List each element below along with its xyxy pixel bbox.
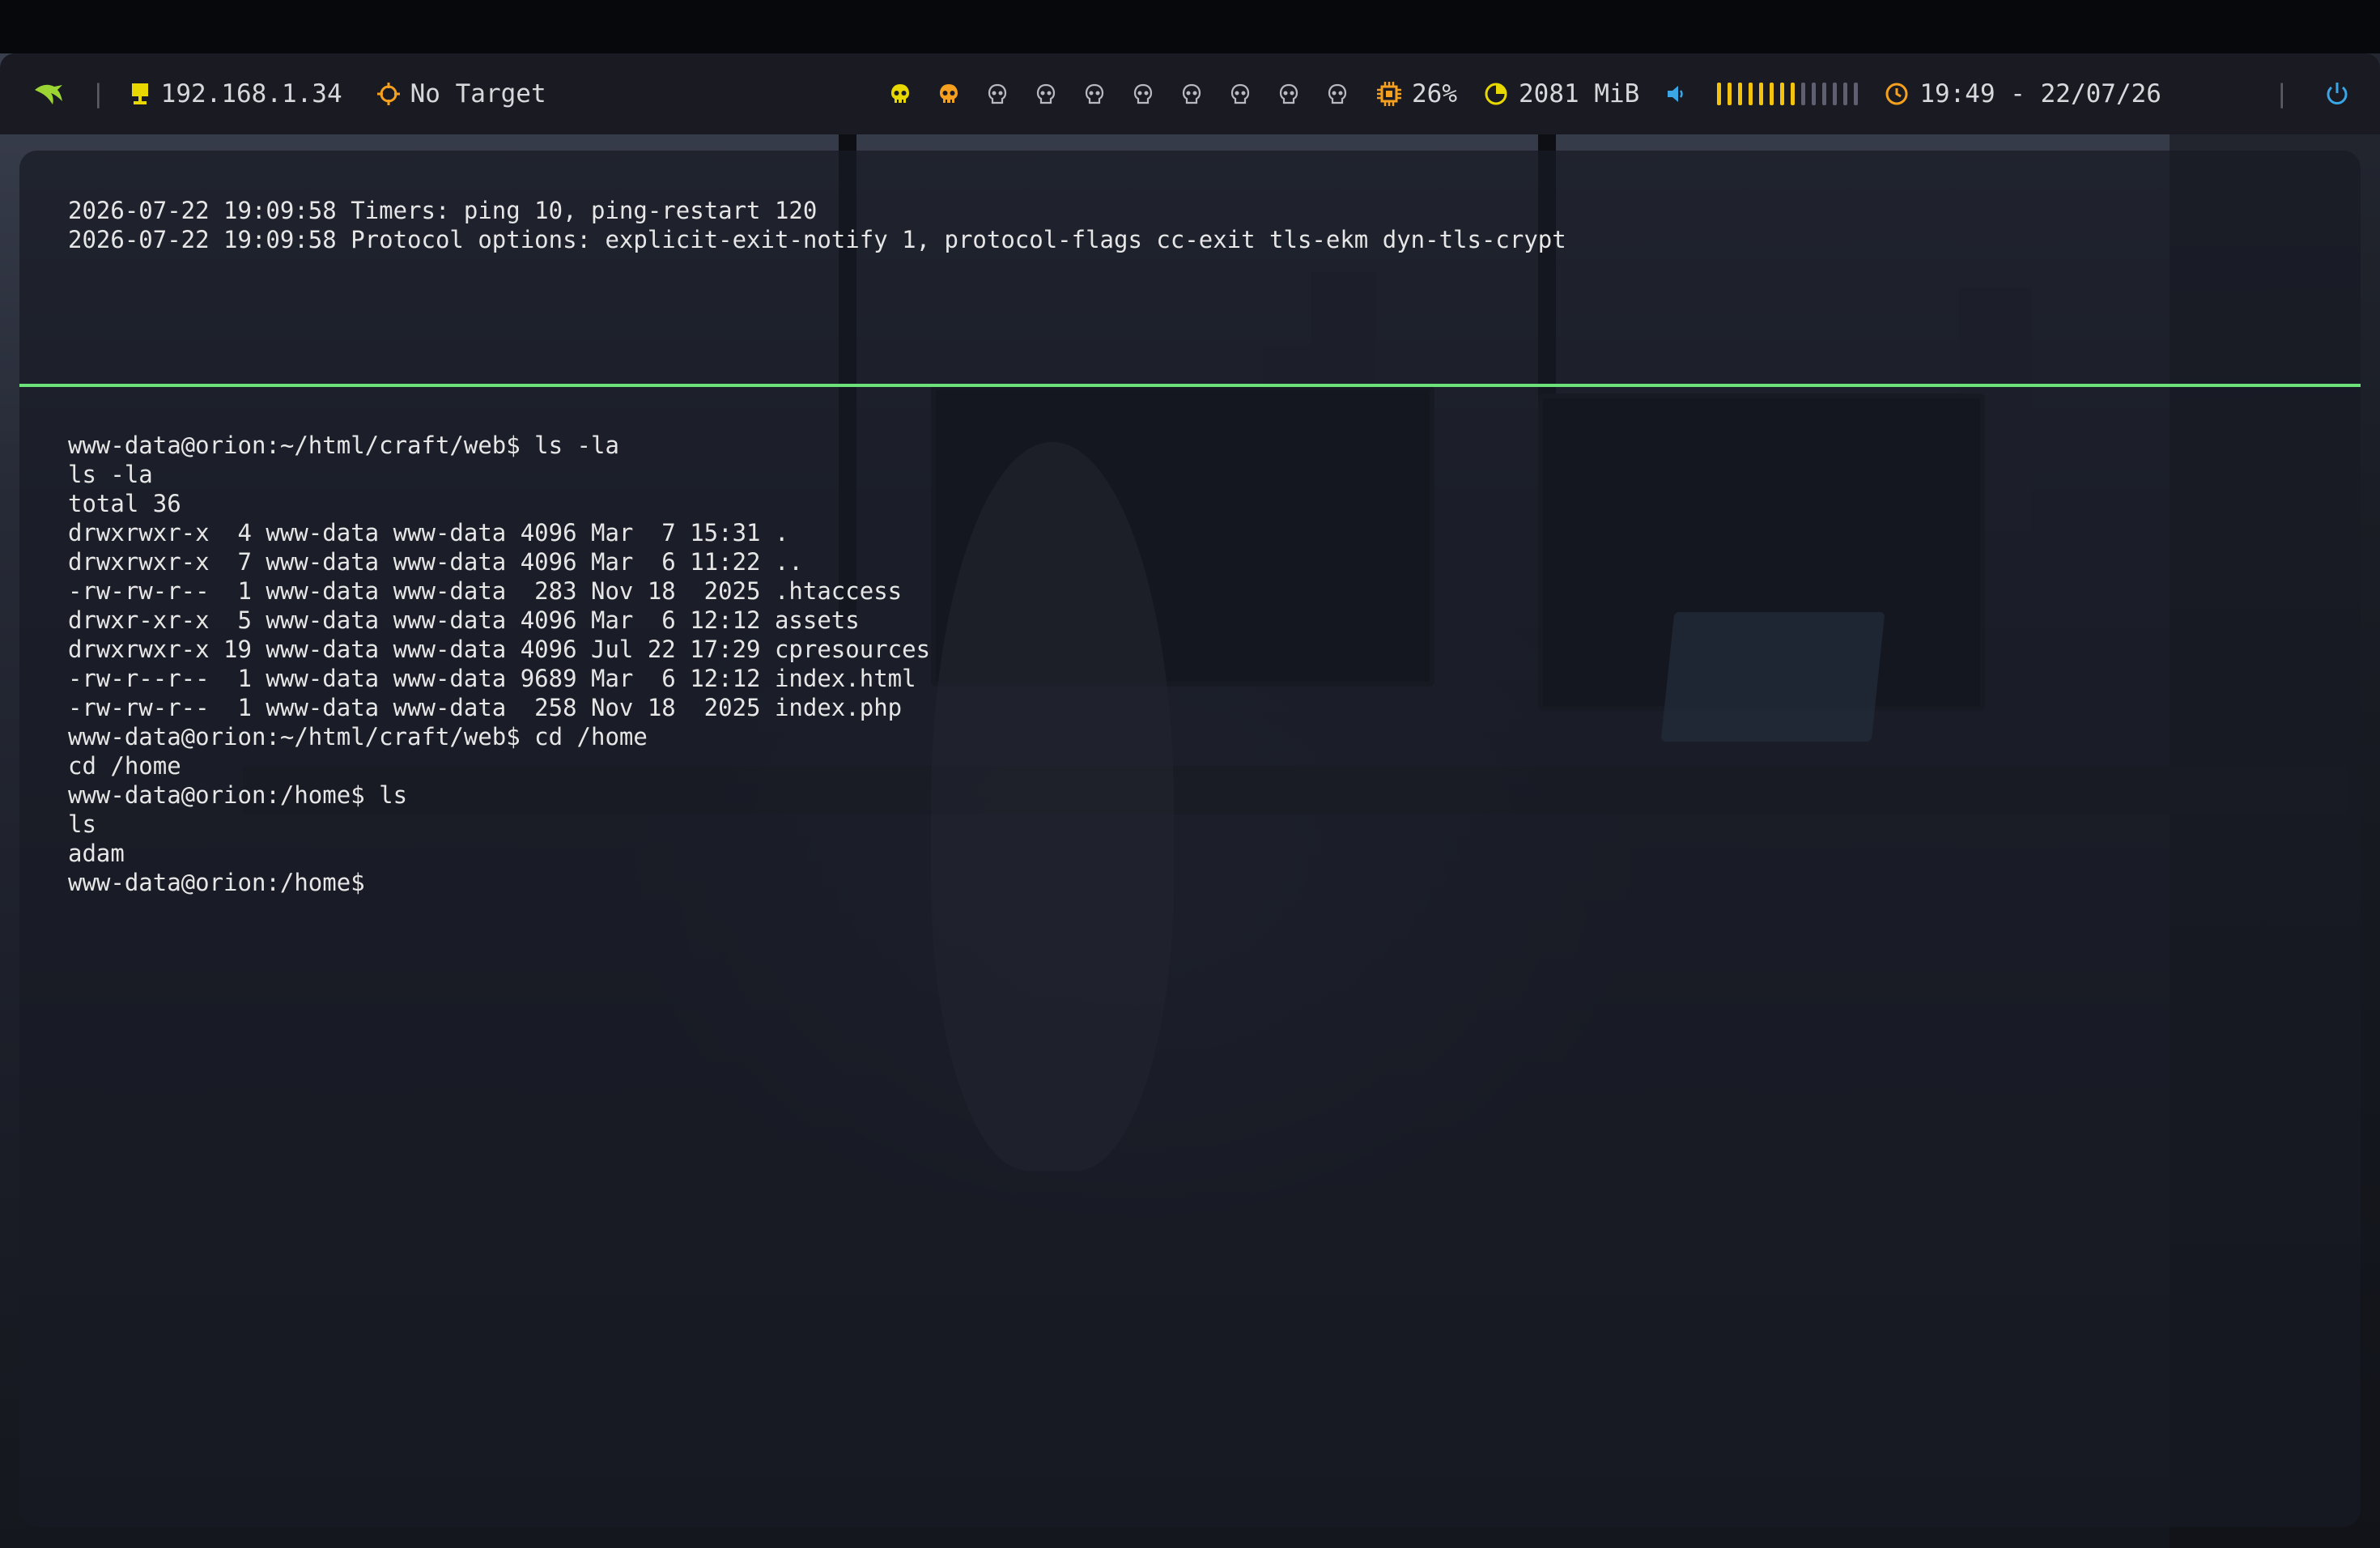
datetime: 19:49 - 22/07/26 <box>1919 79 2161 108</box>
workspace-10-skull-outline-icon[interactable] <box>1313 53 1362 134</box>
workspace-3-skull-outline-icon[interactable] <box>973 53 1022 134</box>
terminal-line: ls <box>68 810 96 838</box>
terminal-line: www-data@orion:~/html/craft/web$ cd /hom… <box>68 723 648 751</box>
workspace-5-skull-outline-icon[interactable] <box>1070 53 1119 134</box>
terminal-pane-bottom[interactable]: www-data@orion:~/html/craft/web$ ls -la l… <box>19 431 2361 897</box>
target-label: No Target <box>410 79 546 108</box>
workspace-6-skull-outline-icon[interactable] <box>1119 53 1167 134</box>
power-button[interactable] <box>2323 53 2351 134</box>
dragon-logo-icon[interactable] <box>32 78 65 110</box>
terminal-line: ls -la <box>68 461 153 488</box>
pane-divider[interactable] <box>19 384 2361 387</box>
desktop: | 192.168.1.34 No Target 26% 2081 MiB 19… <box>0 0 2380 1548</box>
terminal-line: drwxrwxr-x 4 www-data www-data 4096 Mar … <box>68 519 789 546</box>
volume-indicator[interactable] <box>1665 83 1859 105</box>
volume-bar-segment <box>1843 83 1848 105</box>
cpu-usage: 26% <box>1412 79 1457 108</box>
workspace-9-skull-outline-icon[interactable] <box>1264 53 1313 134</box>
clock-icon <box>1885 83 1908 105</box>
terminal-line: cd /home <box>68 752 181 780</box>
volume-bar-segment <box>1822 83 1827 105</box>
speaker-icon <box>1668 86 1684 102</box>
workspace-switcher <box>876 53 1362 134</box>
crosshair-icon <box>376 83 400 105</box>
cpu-indicator: 26% <box>1376 79 1457 108</box>
terminal-line: adam <box>68 840 125 867</box>
volume-bar-segment <box>1738 83 1743 105</box>
workspace-1-skull-icon[interactable] <box>876 53 924 134</box>
ip-indicator: 192.168.1.34 <box>130 79 342 108</box>
terminal-line: -rw-rw-r-- 1 www-data www-data 283 Nov 1… <box>68 577 903 605</box>
memory-usage: 2081 MiB <box>1519 79 1640 108</box>
volume-bar-segment <box>1728 83 1732 105</box>
terminal-line: drwxr-xr-x 5 www-data www-data 4096 Mar … <box>68 606 860 634</box>
volume-bar-segment <box>1833 83 1838 105</box>
volume-level-bars[interactable] <box>1717 83 1859 105</box>
target-indicator: No Target <box>376 79 546 108</box>
terminal-line: drwxrwxr-x 7 www-data www-data 4096 Mar … <box>68 548 803 576</box>
volume-bar-segment <box>1812 83 1817 105</box>
volume-bar-segment <box>1801 83 1806 105</box>
separator: | <box>91 79 106 108</box>
separator: | <box>2274 79 2289 108</box>
workspace-8-skull-outline-icon[interactable] <box>1216 53 1264 134</box>
volume-bar-segment <box>1854 83 1859 105</box>
volume-bar-segment <box>1749 83 1753 105</box>
monitor-ethernet-icon <box>131 83 148 104</box>
terminal-line: www-data@orion:/home$ <box>68 869 365 896</box>
terminal-line: www-data@orion:~/html/craft/web$ ls -la <box>68 432 619 459</box>
status-bar: | 192.168.1.34 No Target 26% 2081 MiB 19… <box>0 53 2380 134</box>
terminal-line: total 36 <box>68 490 181 517</box>
volume-bar-segment <box>1717 83 1722 105</box>
power-icon <box>2327 83 2348 104</box>
terminal-window[interactable]: 2026-07-22 19:09:58 Timers: ping 10, pin… <box>19 151 2361 1527</box>
terminal-line: -rw-r--r-- 1 www-data www-data 9689 Mar … <box>68 665 916 692</box>
terminal-line: 2026-07-22 19:09:58 Timers: ping 10, pin… <box>68 197 818 224</box>
terminal-line: drwxrwxr-x 19 www-data www-data 4096 Jul… <box>68 636 931 663</box>
volume-bar-segment <box>1791 83 1796 105</box>
volume-bar-segment <box>1770 83 1774 105</box>
terminal-line: -rw-rw-r-- 1 www-data www-data 258 Nov 1… <box>68 694 903 721</box>
workspace-2-skull-icon[interactable] <box>924 53 973 134</box>
workspace-4-skull-outline-icon[interactable] <box>1022 53 1070 134</box>
terminal-pane-top[interactable]: 2026-07-22 19:09:58 Timers: ping 10, pin… <box>19 196 2361 254</box>
terminal-line: 2026-07-22 19:09:58 Protocol options: ex… <box>68 226 1566 253</box>
ip-address: 192.168.1.34 <box>160 79 342 108</box>
workspace-7-skull-outline-icon[interactable] <box>1167 53 1216 134</box>
volume-bar-segment <box>1780 83 1785 105</box>
cpu-chip-icon <box>1377 82 1401 106</box>
memory-indicator: 2081 MiB <box>1483 79 1639 108</box>
volume-bar-segment <box>1759 83 1764 105</box>
clock: 19:49 - 22/07/26 <box>1884 79 2161 108</box>
terminal-line: www-data@orion:/home$ ls <box>68 781 408 809</box>
memory-pie-icon <box>1485 83 1507 105</box>
